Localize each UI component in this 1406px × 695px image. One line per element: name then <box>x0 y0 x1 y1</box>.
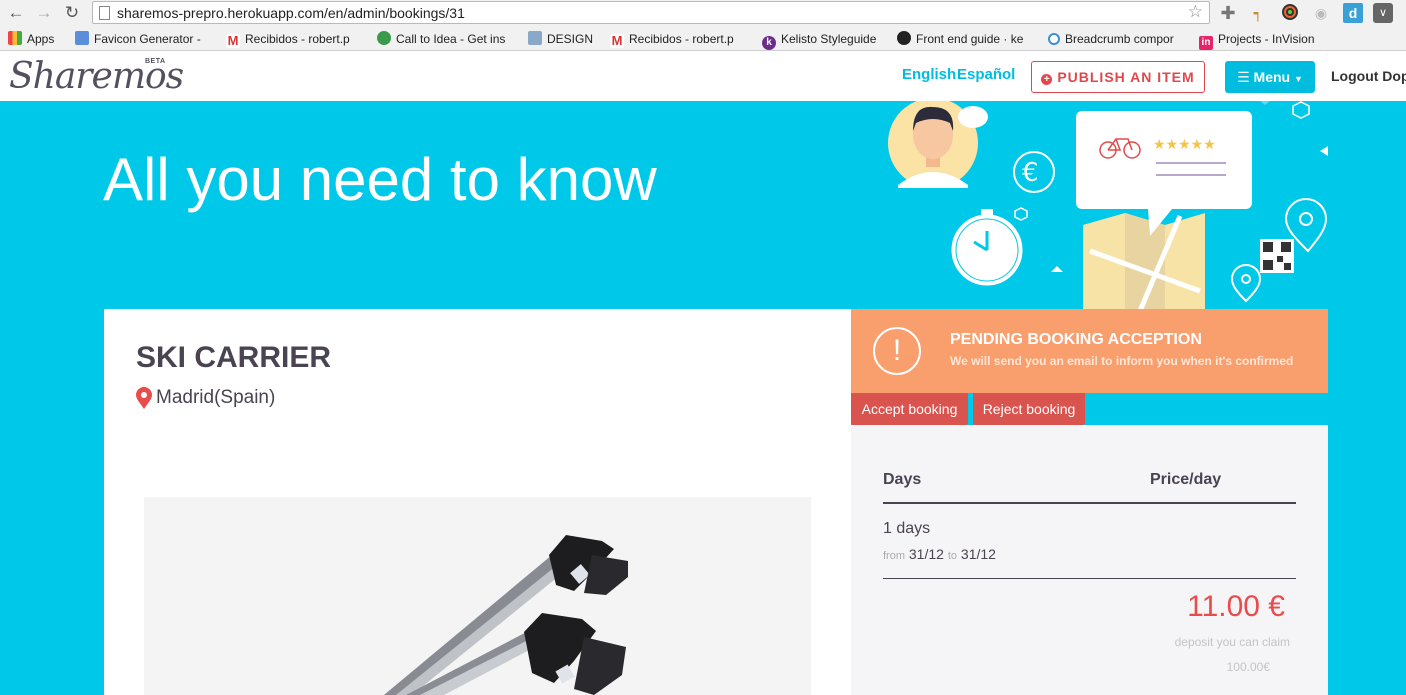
review-card-icon: ★★★★★ <box>1076 111 1252 236</box>
bookmark-recibidos-2[interactable]: M Recibidos - robert.p <box>610 31 734 48</box>
favicon-generator-icon <box>75 31 89 45</box>
back-arrow-icon[interactable]: ← <box>6 3 26 23</box>
status-subtitle: We will send you an email to inform you … <box>950 354 1294 368</box>
apps-grid-icon <box>8 31 22 45</box>
color-picker-extension-icon[interactable] <box>1280 3 1300 23</box>
to-date: 31/12 <box>960 546 996 562</box>
bookmark-label: Call to Idea - Get ins <box>396 32 506 46</box>
map-illustration-icon <box>1083 213 1205 311</box>
bookmark-invision[interactable]: in Projects - InVision <box>1199 31 1315 50</box>
github-icon <box>897 31 911 45</box>
reload-icon[interactable]: ↻ <box>62 3 82 23</box>
bookmark-label: Favicon Generator - <box>94 32 201 46</box>
menu-button[interactable]: ☰ Menu ▼ <box>1225 61 1315 93</box>
bookmark-label: DESIGN <box>547 32 594 46</box>
reject-booking-button[interactable]: Reject booking <box>973 393 1085 425</box>
bookmark-front-end-guide[interactable]: Front end guide · ke <box>897 31 1023 47</box>
kelisto-icon: k <box>762 36 776 50</box>
page-icon <box>99 6 110 20</box>
hero-illustration: € ★★★★★ <box>888 101 1328 311</box>
hero-title: All you need to know <box>103 146 657 213</box>
lang-spanish-link[interactable]: Español <box>957 66 1015 83</box>
euro-icon: € <box>1013 151 1055 193</box>
bookmark-design[interactable]: DESIGN <box>528 31 593 47</box>
location-pin-icon <box>136 387 152 409</box>
bookmark-label: Apps <box>27 32 55 46</box>
menu-label: Menu <box>1253 69 1291 85</box>
price-column-header: Price/day <box>1150 471 1222 488</box>
svg-text:★★★★★: ★★★★★ <box>1153 137 1216 153</box>
plus-circle-icon: + <box>1041 74 1053 85</box>
deposit-label: deposit you can claim <box>1174 635 1290 649</box>
bookmark-recibidos-1[interactable]: M Recibidos - robert.p <box>226 31 350 48</box>
days-count: 1 days <box>883 520 931 537</box>
pocket-extension-icon[interactable]: ∨ <box>1373 3 1393 23</box>
status-title: PENDING BOOKING ACCEPTION <box>950 331 1202 348</box>
price-divider <box>883 578 1296 579</box>
date-range: from 31/12 to 31/12 <box>883 546 996 562</box>
ruler-extension-icon[interactable]: ┑ <box>1248 3 1268 23</box>
exclamation-circle-icon: ! <box>873 327 921 375</box>
bookmark-star-icon[interactable]: ☆ <box>1188 2 1203 22</box>
clock-icon <box>951 209 1023 286</box>
publish-label: PUBLISH AN ITEM <box>1057 69 1195 85</box>
bookmark-label: Breadcrumb compor <box>1065 32 1174 46</box>
address-bar[interactable]: sharemos-prepro.herokuapp.com/en/admin/b… <box>92 1 1210 24</box>
forward-arrow-icon[interactable]: → <box>34 3 54 23</box>
beta-badge: BETA <box>145 58 166 65</box>
caret-down-icon: ▼ <box>1293 74 1303 84</box>
from-label: from <box>883 550 905 562</box>
item-location: Madrid(Spain) <box>136 387 275 409</box>
invision-icon: in <box>1199 36 1213 50</box>
item-card: SKI CARRIER Madrid(Spain) <box>104 309 851 695</box>
bookmark-kelisto[interactable]: k Kelisto Styleguide <box>762 31 877 50</box>
address-url: sharemos-prepro.herokuapp.com/en/admin/b… <box>117 5 465 21</box>
gmail-icon: M <box>226 33 240 48</box>
bookmark-call-to-idea[interactable]: Call to Idea - Get ins <box>377 31 505 47</box>
site-header: Sharemos BETA English Español + PUBLISH A… <box>0 51 1406 101</box>
price-panel: Days Price/day 1 days from 31/12 to 31/1… <box>851 425 1328 695</box>
list-icon: ☰ <box>1237 69 1250 85</box>
spinner-icon <box>1048 33 1060 45</box>
ski-carrier-image <box>144 497 811 695</box>
location-text: Madrid(Spain) <box>156 387 276 408</box>
from-date: 31/12 <box>908 546 944 562</box>
browser-toolbar: ← → ↻ sharemos-prepro.herokuapp.com/en/a… <box>0 0 1406 27</box>
publish-item-button[interactable]: + PUBLISH AN ITEM <box>1031 61 1205 93</box>
move-cross-icon[interactable]: ✚ <box>1218 3 1238 23</box>
accept-booking-button[interactable]: Accept booking <box>851 393 968 425</box>
days-column-header: Days <box>883 471 922 488</box>
bookmark-label: Recibidos - robert.p <box>629 32 734 46</box>
header-divider <box>883 502 1296 504</box>
location-extension-icon[interactable]: ◉ <box>1311 3 1331 23</box>
item-title: SKI CARRIER <box>136 341 332 374</box>
bookmark-label: Front end guide · ke <box>916 32 1024 46</box>
total-price: 11.00 € <box>1187 590 1285 623</box>
bookmarks-bar: Apps Favicon Generator - M Recibidos - ro… <box>0 27 1406 51</box>
item-photo[interactable] <box>144 497 811 695</box>
lang-english-link[interactable]: English <box>902 66 956 83</box>
bookmark-favicon-generator[interactable]: Favicon Generator - <box>75 31 201 47</box>
gmail-icon: M <box>610 33 624 48</box>
bookmark-label: Recibidos - robert.p <box>245 32 350 46</box>
leaf-icon <box>377 31 391 45</box>
to-label: to <box>947 550 958 562</box>
qr-code-icon <box>1260 239 1294 273</box>
svg-text:€: € <box>1022 158 1039 188</box>
deposit-amount: 100.00€ <box>1226 660 1270 674</box>
bookmark-label: Projects - InVision <box>1218 32 1315 46</box>
folder-icon <box>528 31 542 45</box>
d-extension-icon[interactable]: d <box>1343 3 1363 23</box>
pending-status-banner: ! PENDING BOOKING ACCEPTION We will send… <box>851 309 1328 393</box>
bookmark-breadcrumb[interactable]: Breadcrumb compor <box>1048 31 1174 47</box>
bookmark-label: Kelisto Styleguide <box>781 32 877 46</box>
bookmark-apps[interactable]: Apps <box>8 31 54 47</box>
logout-link[interactable]: Logout Dope <box>1331 68 1406 84</box>
